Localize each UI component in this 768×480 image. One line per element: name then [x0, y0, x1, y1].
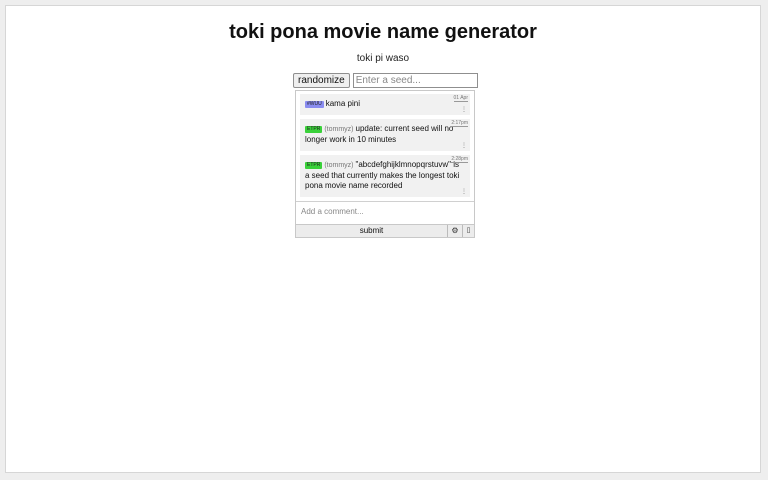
comment-time: 01 Apr	[453, 95, 468, 102]
comment-badge: ETPR	[305, 162, 323, 169]
comment-text: kama pini	[325, 99, 360, 108]
comment-time: 2:28pm	[451, 156, 468, 163]
comment-time: 2:17pm	[451, 120, 468, 127]
page-subtitle: toki pi waso	[356, 53, 410, 64]
comment-item: 2:28pm ETPR (tommyz) "abcdefghijklmnopqrst…	[300, 155, 470, 197]
comment-user: (tommyz)	[324, 126, 354, 133]
more-icon[interactable]: ⋮	[461, 189, 467, 195]
page-container: toki pona movie name generator toki pi w…	[5, 5, 761, 473]
more-icon[interactable]: ⋮	[461, 143, 467, 149]
comment-user: (tommyz)	[324, 162, 354, 169]
comment-item: 2:17pm ETPR (tommyz) update: current seed …	[300, 119, 470, 151]
seed-input[interactable]	[352, 73, 478, 88]
submit-button[interactable]: submit	[296, 225, 447, 237]
more-icon[interactable]: ⋮	[461, 107, 467, 113]
info-icon[interactable]: ▯	[462, 225, 474, 237]
comment-item: 01 Apr #WUU kama pini ⋮	[300, 94, 470, 115]
comment-footer: submit ⚙ ▯	[296, 224, 474, 237]
comment-badge: ETPR	[305, 126, 323, 133]
seed-controls: randomize	[293, 73, 478, 88]
comment-widget: 01 Apr #WUU kama pini ⋮ 2:17pm ETPR (tommy…	[295, 90, 475, 238]
page-title: toki pona movie name generator	[229, 21, 537, 43]
comment-badge: #WUU	[305, 101, 324, 108]
comment-list: 01 Apr #WUU kama pini ⋮ 2:17pm ETPR (tommy…	[300, 94, 470, 201]
gear-icon[interactable]: ⚙	[447, 225, 462, 237]
randomize-button[interactable]: randomize	[293, 73, 350, 88]
